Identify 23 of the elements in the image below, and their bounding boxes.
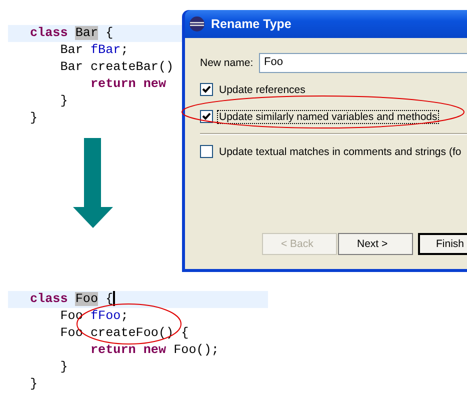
- code-line: Foo fFoo;: [59, 308, 130, 325]
- code-line: return new Foo();: [89, 342, 220, 359]
- name-input-field[interactable]: Foo: [259, 53, 467, 73]
- down-arrow-icon: [73, 138, 113, 228]
- code-line: return new: [89, 76, 168, 93]
- checkbox-label[interactable]: Update similarly named variables and methods: [217, 110, 440, 124]
- checkbox[interactable]: [200, 110, 213, 123]
- code-line: }: [29, 376, 39, 393]
- checkbox-label[interactable]: Update textual matches in comments and strings (fo: [217, 144, 464, 158]
- dialog-button[interactable]: Next >: [338, 233, 413, 255]
- checkbox-label[interactable]: Update references: [217, 82, 308, 96]
- code-line: }: [29, 110, 39, 127]
- new-name-label: New name:: [200, 57, 254, 69]
- default-button[interactable]: Finish: [418, 233, 467, 255]
- dialog-title: Rename Type: [211, 17, 292, 31]
- code-line: }: [59, 93, 69, 110]
- code-line: Bar createBar(): [59, 59, 175, 76]
- code-line: }: [59, 359, 69, 376]
- code-line: Foo createFoo() {: [59, 325, 190, 342]
- sphere-icon: [189, 16, 205, 32]
- checkbox[interactable]: [200, 83, 213, 96]
- checkbox[interactable]: [200, 145, 213, 158]
- code-line: Bar fBar;: [59, 42, 130, 59]
